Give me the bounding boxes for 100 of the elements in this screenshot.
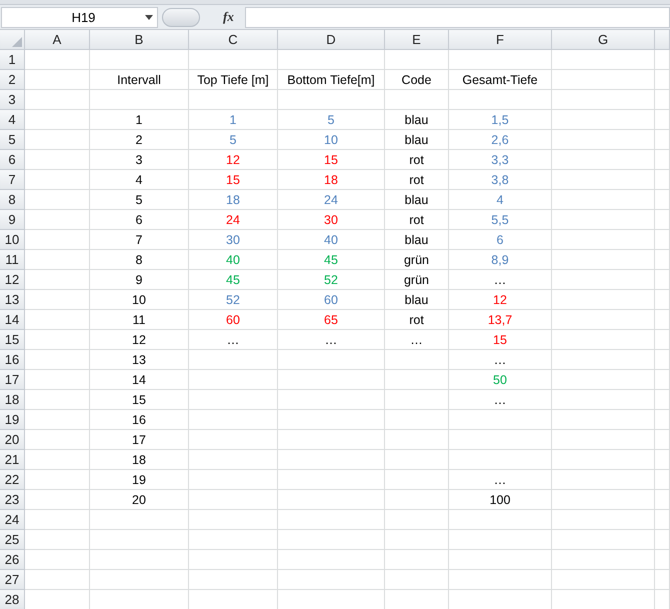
table-cell: 11: [90, 310, 189, 330]
empty-cell: [385, 470, 449, 490]
table-cell: 5,5: [449, 210, 552, 230]
row-header[interactable]: 18: [0, 390, 25, 410]
empty-cell: [655, 550, 670, 570]
table-cell: 17: [90, 430, 189, 450]
empty-cell: [655, 470, 670, 490]
empty-cell: [385, 350, 449, 370]
table-cell: …: [449, 350, 552, 370]
row-header[interactable]: 9: [0, 210, 25, 230]
empty-cell: [655, 150, 670, 170]
table-cell: 40: [278, 230, 385, 250]
table-cell: 50: [449, 370, 552, 390]
empty-cell: [385, 450, 449, 470]
table-cell: 19: [90, 470, 189, 490]
row-header[interactable]: 12: [0, 270, 25, 290]
column-header[interactable]: C: [189, 30, 278, 50]
table-cell: 15: [90, 390, 189, 410]
row-header[interactable]: 11: [0, 250, 25, 270]
row-header[interactable]: 10: [0, 230, 25, 250]
table-cell: 15: [189, 170, 278, 190]
table-cell: 1: [189, 110, 278, 130]
empty-cell: [655, 530, 670, 550]
column-header[interactable]: G: [552, 30, 655, 50]
row-header[interactable]: 26: [0, 550, 25, 570]
dropdown-arrow-icon[interactable]: [145, 14, 153, 20]
empty-cell: [655, 270, 670, 290]
table-cell: Code: [385, 70, 449, 90]
table-cell: rot: [385, 210, 449, 230]
column-header[interactable]: [655, 30, 670, 50]
table-cell: 1: [90, 110, 189, 130]
table-cell: rot: [385, 310, 449, 330]
empty-cell: [655, 350, 670, 370]
table-cell: 5: [278, 110, 385, 130]
row-header[interactable]: 14: [0, 310, 25, 330]
row-header[interactable]: 27: [0, 570, 25, 590]
row-header[interactable]: 5: [0, 130, 25, 150]
row-header[interactable]: 6: [0, 150, 25, 170]
column-header[interactable]: D: [278, 30, 385, 50]
table-cell: blau: [385, 230, 449, 250]
table-cell: 15: [449, 330, 552, 350]
row-header[interactable]: 19: [0, 410, 25, 430]
table-cell: 52: [278, 270, 385, 290]
row-header[interactable]: 17: [0, 370, 25, 390]
table-cell: 12: [189, 150, 278, 170]
table-cell: …: [278, 330, 385, 350]
table-cell: …: [449, 470, 552, 490]
row-header[interactable]: 3: [0, 90, 25, 110]
table-cell: 24: [278, 190, 385, 210]
row-header[interactable]: 23: [0, 490, 25, 510]
row-header[interactable]: 28: [0, 590, 25, 609]
row-header[interactable]: 25: [0, 530, 25, 550]
row-header[interactable]: 7: [0, 170, 25, 190]
table-cell: 45: [189, 270, 278, 290]
table-cell: 18: [90, 450, 189, 470]
row-header[interactable]: 21: [0, 450, 25, 470]
table-cell: 4: [90, 170, 189, 190]
row-header[interactable]: 8: [0, 190, 25, 210]
row-header[interactable]: 13: [0, 290, 25, 310]
empty-cell: [655, 170, 670, 190]
row-header[interactable]: 15: [0, 330, 25, 350]
empty-cell: [655, 230, 670, 250]
row-header[interactable]: 4: [0, 110, 25, 130]
name-box[interactable]: H19: [1, 6, 158, 28]
table-cell: grün: [385, 250, 449, 270]
column-header[interactable]: F: [449, 30, 552, 50]
row-header[interactable]: 16: [0, 350, 25, 370]
empty-cell: [655, 410, 670, 430]
empty-cell: [655, 490, 670, 510]
empty-cell: [655, 70, 670, 90]
table-cell: blau: [385, 130, 449, 150]
column-header[interactable]: A: [25, 30, 90, 50]
row-header[interactable]: 22: [0, 470, 25, 490]
empty-cell: [655, 130, 670, 150]
table-cell: 65: [278, 310, 385, 330]
table-cell: 4: [449, 190, 552, 210]
table-cell: …: [189, 330, 278, 350]
row-header[interactable]: 1: [0, 50, 25, 70]
table-cell: …: [449, 390, 552, 410]
row-header[interactable]: 2: [0, 70, 25, 90]
table-cell: blau: [385, 110, 449, 130]
column-header[interactable]: E: [385, 30, 449, 50]
empty-cell: [385, 90, 449, 110]
empty-cell: [385, 390, 449, 410]
resize-handle[interactable]: [162, 8, 200, 26]
select-all-button[interactable]: [0, 30, 25, 50]
table-cell: 12: [90, 330, 189, 350]
column-header[interactable]: B: [90, 30, 189, 50]
table-cell: 8,9: [449, 250, 552, 270]
insert-function-button[interactable]: fx: [223, 9, 241, 25]
table-cell: 1,5: [449, 110, 552, 130]
formula-input[interactable]: [245, 6, 670, 28]
table-cell: 2,6: [449, 130, 552, 150]
empty-cell: [655, 310, 670, 330]
row-header[interactable]: 20: [0, 430, 25, 450]
empty-cell: [655, 110, 670, 130]
empty-cell: [655, 430, 670, 450]
table-cell: rot: [385, 170, 449, 190]
empty-cell: [655, 390, 670, 410]
row-header[interactable]: 24: [0, 510, 25, 530]
